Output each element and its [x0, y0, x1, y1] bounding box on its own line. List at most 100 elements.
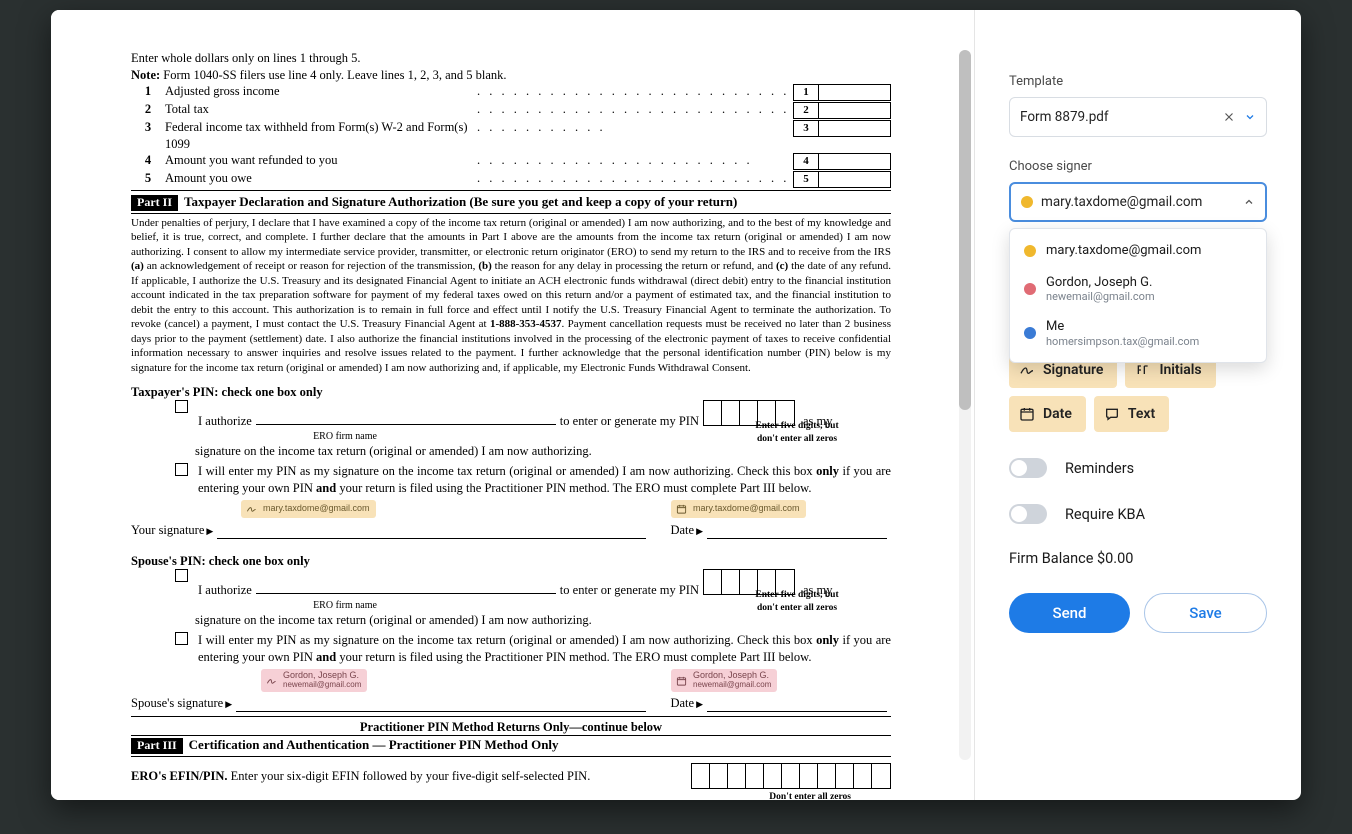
clear-icon[interactable]: [1222, 110, 1236, 124]
kba-toggle[interactable]: [1009, 504, 1047, 524]
option-color-dot: [1024, 327, 1036, 339]
dont-zero-note: Don't enter all zeros: [131, 791, 851, 800]
signer-dropdown: mary.taxdome@gmail.com Gordon, Joseph G.…: [1009, 228, 1267, 363]
line-box: 2: [793, 102, 819, 119]
option-label: Gordon, Joseph G.: [1046, 275, 1155, 291]
part3-bar: Practitioner PIN Method Returns Only—con…: [131, 719, 891, 736]
date-line[interactable]: [707, 527, 887, 539]
pin-note: Enter five digits, but don't enter all z…: [749, 420, 845, 445]
form-note: Note: Form 1040-SS filers use line 4 onl…: [131, 67, 891, 84]
save-button[interactable]: Save: [1144, 593, 1267, 633]
line-text: Adjusted gross income: [165, 83, 477, 100]
form-text: I authorize: [198, 582, 252, 599]
line-num: 5: [131, 170, 165, 187]
date-label: Date: [670, 522, 703, 539]
text-chip[interactable]: Text: [1094, 396, 1169, 432]
option-color-dot: [1024, 245, 1036, 257]
spouse-signature-line[interactable]: [236, 700, 646, 712]
checkbox-self-pin[interactable]: [175, 463, 188, 476]
checkbox-spouse-self-pin[interactable]: [175, 632, 188, 645]
signer-option[interactable]: mary.taxdome@gmail.com: [1010, 235, 1266, 267]
part3-header: Part IIICertification and Authentication…: [131, 736, 891, 754]
date-tag-gordon[interactable]: Gordon, Joseph G.newemail@gmail.com: [671, 669, 777, 692]
chevron-up-icon[interactable]: [1243, 196, 1255, 208]
pin-note: Enter five digits, but don't enter all z…: [749, 589, 845, 614]
form-8879: Enter whole dollars only on lines 1 thro…: [131, 50, 891, 800]
line-num: 1: [131, 83, 165, 100]
ero-firm-label: ERO firm name: [195, 599, 495, 612]
form-intro: Enter whole dollars only on lines 1 thro…: [131, 50, 891, 67]
template-select[interactable]: Form 8879.pdf: [1009, 97, 1267, 137]
ero-firm-label: ERO firm name: [195, 430, 495, 443]
field-chips: Signature Initials Date Text: [1009, 352, 1267, 432]
line-amount[interactable]: [819, 171, 891, 188]
form-text: your return is filed using the Practitio…: [336, 650, 811, 664]
template-label: Template: [1009, 74, 1267, 89]
line-amount[interactable]: [819, 120, 891, 137]
send-button[interactable]: Send: [1009, 593, 1130, 633]
signer-color-dot: [1021, 196, 1033, 208]
line-box: 5: [793, 171, 819, 188]
template-value: Form 8879.pdf: [1020, 109, 1214, 125]
line-amount[interactable]: [819, 102, 891, 119]
date-chip[interactable]: Date: [1009, 396, 1086, 432]
taxpayer-pin-header: Taxpayer's PIN: check one box only: [131, 384, 891, 401]
line-text: Total tax: [165, 101, 477, 118]
line-num: 2: [131, 101, 165, 118]
signature-tag-mary[interactable]: mary.taxdome@gmail.com: [241, 500, 376, 518]
form-text: signature on the income tax return (orig…: [195, 443, 891, 460]
signer-value: mary.taxdome@gmail.com: [1041, 194, 1235, 210]
line-num: 3: [131, 119, 165, 136]
signer-label: Choose signer: [1009, 159, 1267, 174]
ero-pin-input[interactable]: [691, 763, 891, 789]
form-text: your return is filed using the Practitio…: [336, 481, 811, 495]
signature-tag-gordon[interactable]: Gordon, Joseph G.newemail@gmail.com: [261, 669, 367, 692]
your-signature-label: Your signature: [131, 522, 213, 539]
firm-balance: Firm Balance $0.00: [1009, 550, 1267, 567]
option-label: Me: [1046, 319, 1199, 335]
date-label: Date: [670, 695, 703, 712]
form-text: I will enter my PIN as my signature on t…: [198, 633, 816, 647]
initials-icon: [1135, 362, 1151, 378]
checkbox-authorize[interactable]: [175, 400, 188, 413]
form-text: to enter or generate my PIN: [560, 582, 699, 599]
spouse-signature-label: Spouse's signature: [131, 695, 232, 712]
part2-header: Part IITaxpayer Declaration and Signatur…: [131, 193, 891, 211]
declaration-text: Under penalties of perjury, I declare th…: [131, 216, 891, 376]
ero-efin-label: ERO's EFIN/PIN.: [131, 769, 228, 783]
option-color-dot: [1024, 283, 1036, 295]
line-text: Amount you owe: [165, 170, 477, 187]
calendar-icon: [1019, 406, 1035, 422]
sidebar-panel: Template Form 8879.pdf Choose signer mar…: [975, 10, 1301, 800]
scrollbar-thumb[interactable]: [959, 50, 971, 410]
form-text: I will enter my PIN as my signature on t…: [198, 464, 816, 478]
spouse-date-line[interactable]: [707, 700, 887, 712]
checkbox-spouse-authorize[interactable]: [175, 569, 188, 582]
line-box: 4: [793, 153, 819, 170]
option-label: mary.taxdome@gmail.com: [1046, 243, 1201, 259]
your-signature-line[interactable]: [217, 527, 646, 539]
line-box: 1: [793, 84, 819, 101]
date-tag-mary[interactable]: mary.taxdome@gmail.com: [671, 500, 806, 518]
line-amount[interactable]: [819, 153, 891, 170]
form-text: I authorize: [198, 413, 252, 430]
option-sublabel: newemail@gmail.com: [1046, 290, 1155, 303]
reminders-toggle[interactable]: [1009, 458, 1047, 478]
spouse-pin-header: Spouse's PIN: check one box only: [131, 553, 891, 570]
document-pane[interactable]: Enter whole dollars only on lines 1 thro…: [51, 10, 975, 800]
line-num: 4: [131, 152, 165, 169]
app-window: Enter whole dollars only on lines 1 thro…: [51, 10, 1301, 800]
signature-icon: [1019, 362, 1035, 378]
signer-select[interactable]: mary.taxdome@gmail.com: [1009, 182, 1267, 222]
form-text: Enter your six-digit EFIN followed by yo…: [228, 769, 591, 783]
form-text: to enter or generate my PIN: [560, 413, 699, 430]
text-icon: [1104, 406, 1120, 422]
signer-option[interactable]: Mehomersimpson.tax@gmail.com: [1010, 311, 1266, 356]
reminders-label: Reminders: [1065, 460, 1134, 477]
line-text: Federal income tax withheld from Form(s)…: [165, 119, 477, 152]
option-sublabel: homersimpson.tax@gmail.com: [1046, 335, 1199, 348]
chevron-down-icon[interactable]: [1244, 111, 1256, 123]
signer-option[interactable]: Gordon, Joseph G.newemail@gmail.com: [1010, 267, 1266, 312]
line-box: 3: [793, 120, 819, 137]
line-amount[interactable]: [819, 84, 891, 101]
